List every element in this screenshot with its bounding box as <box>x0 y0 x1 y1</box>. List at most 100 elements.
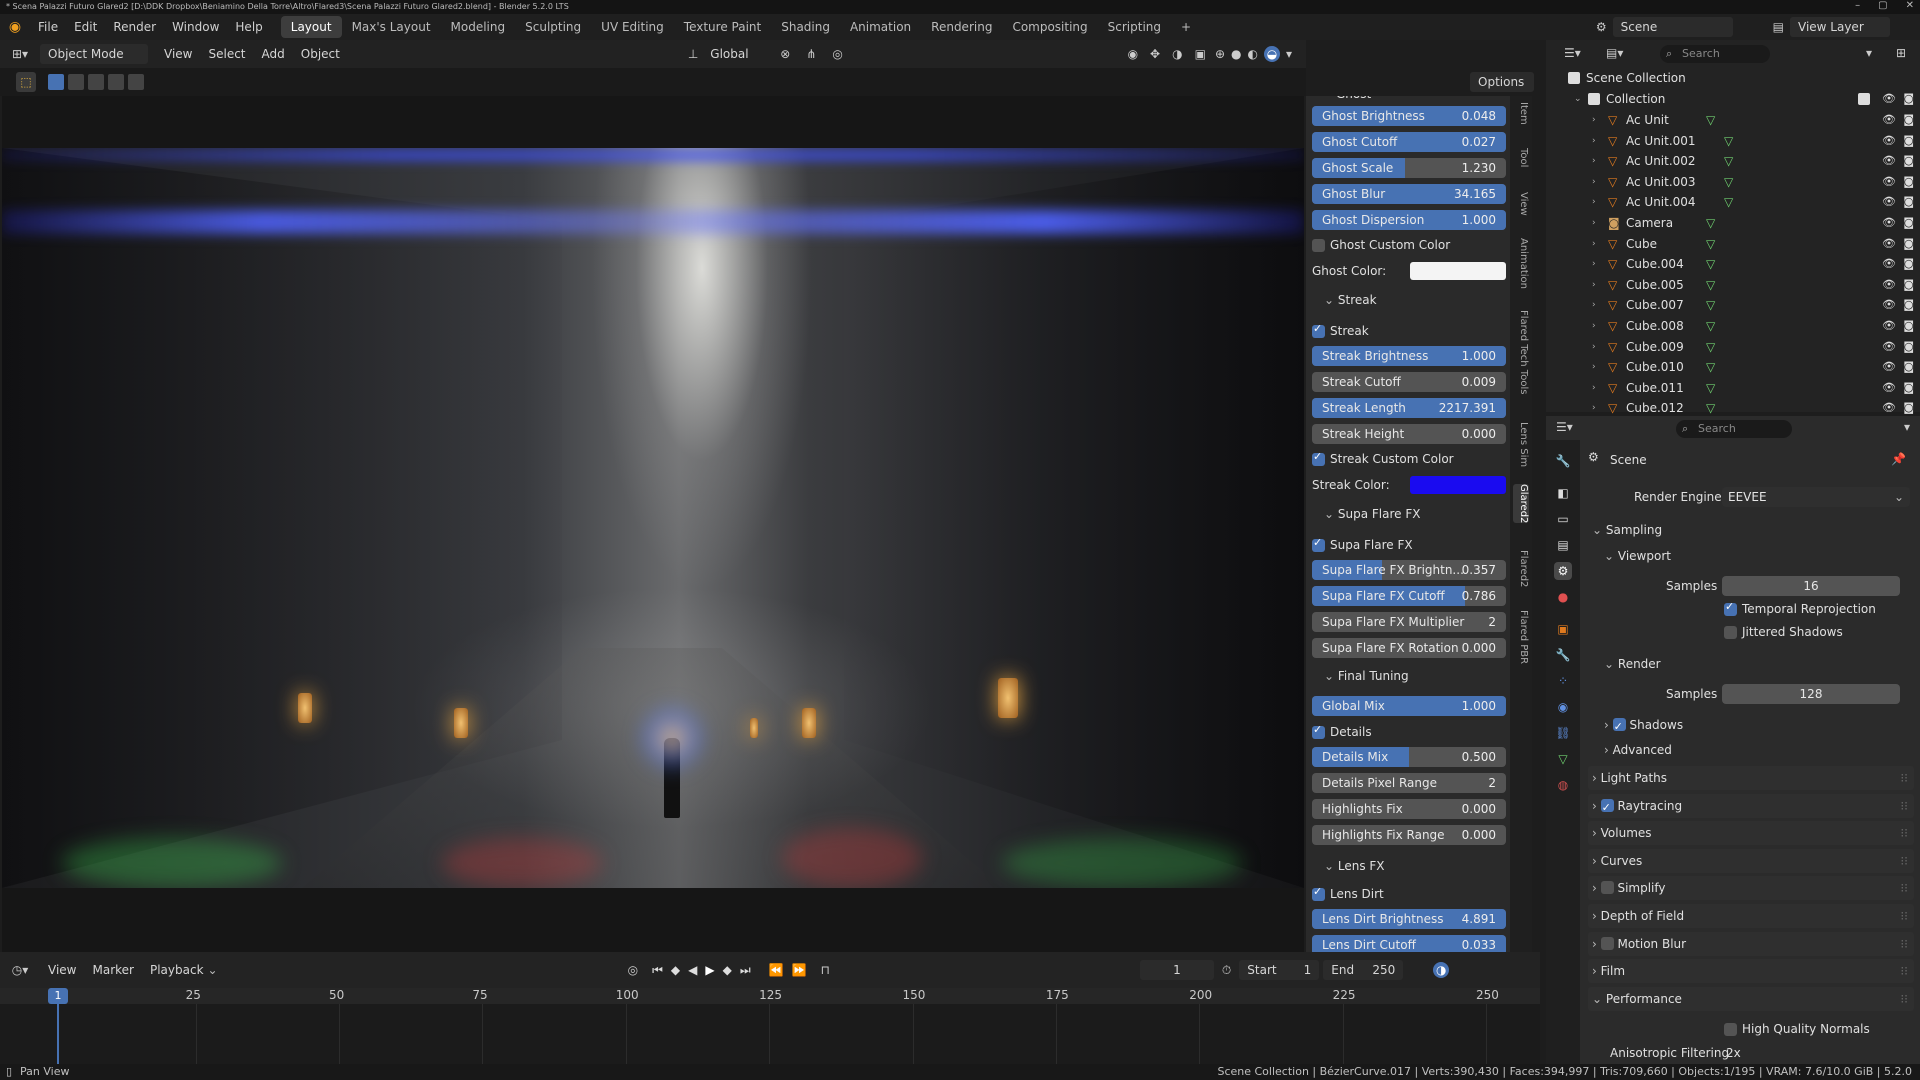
camera-render-icon[interactable]: ◙ <box>1903 192 1914 212</box>
panel-shadows[interactable]: › Shadows <box>1604 713 1914 739</box>
eye-icon[interactable]: 👁 <box>1882 316 1896 336</box>
chevron-right-icon[interactable]: › <box>1592 295 1596 315</box>
chevron-right-icon[interactable]: › <box>1592 378 1596 398</box>
collection-exclude-checkbox[interactable] <box>1858 93 1870 105</box>
workspace-tab-texture-paint[interactable]: Texture Paint <box>674 16 771 38</box>
xray-icon[interactable]: ▣ <box>1195 47 1206 61</box>
shading-options-icon[interactable]: ▾ <box>1286 47 1292 61</box>
mesh-data-icon[interactable]: ▽ <box>1706 254 1715 274</box>
camera-render-icon[interactable]: ◙ <box>1903 378 1914 398</box>
eye-icon[interactable]: 👁 <box>1882 295 1896 315</box>
workspace-tab-modeling[interactable]: Modeling <box>441 16 516 38</box>
eye-icon[interactable]: 👁 <box>1882 131 1896 151</box>
global-mix-slider[interactable]: Global Mix 1.000 <box>1312 696 1506 716</box>
drag-handle-icon[interactable]: ⁝⁝ <box>1900 849 1908 873</box>
chevron-right-icon[interactable]: › <box>1592 110 1596 130</box>
mesh-data-icon[interactable]: ▽ <box>1706 234 1715 254</box>
details-mix-slider[interactable]: Details Mix 0.500 <box>1312 747 1506 767</box>
sync-icon[interactable]: ⊓ <box>821 963 830 977</box>
select-mode-intersect-icon[interactable] <box>128 74 144 90</box>
high-quality-normals-checkbox[interactable] <box>1724 1023 1737 1036</box>
ghost-blur-slider[interactable]: Ghost Blur 34.165 <box>1312 184 1506 204</box>
shading-solid-icon[interactable]: ● <box>1231 47 1241 61</box>
gizmo-icon[interactable]: ✥ <box>1150 47 1160 61</box>
new-collection-icon[interactable]: ⊞ <box>1896 46 1906 60</box>
supa-flare-cutoff-slider[interactable]: Supa Flare FX Cutoff 0.786 <box>1312 586 1506 606</box>
outliner-item[interactable]: › ▽ Ac Unit ▽ 👁 ◙ <box>1546 110 1920 130</box>
sidebar-tab-glared2[interactable]: Glared2 <box>1513 484 1529 524</box>
chevron-right-icon[interactable]: › <box>1592 131 1596 151</box>
render-properties-icon[interactable]: ◧ <box>1554 484 1572 502</box>
panel-advanced[interactable]: › Advanced <box>1604 738 1914 762</box>
eye-icon[interactable]: 👁 <box>1882 378 1896 398</box>
outliner-editor-type-icon[interactable]: ☰▾ <box>1564 46 1581 60</box>
supa-flare-section-header[interactable]: ⌄ Supa Flare FX <box>1324 504 1420 524</box>
supa-flare-rotation-slider[interactable]: Supa Flare FX Rotation 0.000 <box>1312 638 1506 658</box>
mesh-data-icon[interactable]: ▽ <box>1724 151 1733 171</box>
panel-motion-blur[interactable]: › Motion Blur ⁝⁝ <box>1588 931 1914 956</box>
eye-icon[interactable]: 👁 <box>1882 275 1896 295</box>
jump-keyframe-forward-icon[interactable]: ◆ <box>723 963 732 977</box>
streak-checkbox[interactable] <box>1312 322 1325 338</box>
chevron-right-icon[interactable]: › <box>1592 254 1596 274</box>
panel-depth-of-field[interactable]: › Depth of Field ⁝⁝ <box>1588 904 1914 928</box>
outliner-item[interactable]: › ▽ Ac Unit.004 ▽ 👁 ◙ <box>1546 192 1920 212</box>
drag-handle-icon[interactable]: ⁝⁝ <box>1900 821 1908 845</box>
outliner-item[interactable]: › ▽ Cube.004 ▽ 👁 ◙ <box>1546 254 1920 274</box>
jump-end-icon[interactable]: ⏭ <box>740 963 751 978</box>
options-dropdown[interactable]: Options <box>1470 72 1534 92</box>
drag-handle-icon[interactable]: ⁝⁝ <box>1900 766 1908 790</box>
viewport-menu-object[interactable]: Object <box>293 44 348 64</box>
sidebar-tab-tool[interactable]: Tool <box>1513 148 1529 167</box>
chevron-right-icon[interactable]: › <box>1592 357 1596 377</box>
workspace-tab-sculpting[interactable]: Sculpting <box>515 16 591 38</box>
eye-icon[interactable]: 👁 <box>1882 110 1896 130</box>
panel-curves[interactable]: › Curves ⁝⁝ <box>1588 848 1914 873</box>
mesh-data-icon[interactable]: ▽ <box>1706 316 1715 336</box>
sidebar-tab-flared-tech-tools[interactable]: Flared Tech Tools <box>1513 310 1529 394</box>
eye-icon[interactable]: 👁 <box>1882 357 1896 377</box>
maximize-button[interactable]: ▢ <box>1878 0 1887 14</box>
panel-raytracing[interactable]: › Raytracing ⁝⁝ <box>1588 793 1914 820</box>
render-samples-field[interactable]: 128 <box>1722 684 1900 704</box>
overlay-icon[interactable]: ◑ <box>1172 47 1182 61</box>
drag-handle-icon[interactable]: ⁝⁝ <box>1900 876 1908 900</box>
visibility-icon[interactable]: ◉ <box>1128 47 1138 61</box>
eye-icon[interactable]: 👁 <box>1882 234 1896 254</box>
shading-rendered-icon[interactable]: ◒ <box>1263 46 1280 62</box>
physics-properties-icon[interactable]: ◉ <box>1554 698 1572 716</box>
highlights-fix-range-slider[interactable]: Highlights Fix Range 0.000 <box>1312 825 1506 845</box>
highlights-fix-slider[interactable]: Highlights Fix 0.000 <box>1312 799 1506 819</box>
blender-logo-icon[interactable]: ◉ <box>0 19 30 35</box>
world-properties-icon[interactable]: ● <box>1554 588 1572 606</box>
streak-custom-color-checkbox[interactable] <box>1312 450 1325 466</box>
sidebar-tab-animation[interactable]: Animation <box>1513 238 1529 289</box>
outliner-search-field[interactable]: ⌕ Search <box>1660 45 1770 63</box>
eye-icon[interactable]: 👁 <box>1882 172 1896 192</box>
editor-type-icon[interactable]: ⊞▾ <box>0 47 40 61</box>
sidebar-tab-lens-sim[interactable]: Lens Sim <box>1513 422 1529 467</box>
pivot-icon[interactable]: ⊗ <box>780 47 790 61</box>
viewport-samples-field[interactable]: 16 <box>1722 576 1900 596</box>
shading-material-icon[interactable]: ◐ <box>1247 47 1257 61</box>
details-checkbox[interactable] <box>1312 723 1325 739</box>
panel-toggle-checkbox[interactable] <box>1600 936 1614 950</box>
camera-render-icon[interactable]: ◙ <box>1903 337 1914 357</box>
outliner-item[interactable]: › ◙ Camera ▽ 👁 ◙ <box>1546 213 1920 233</box>
menu-file[interactable]: File <box>30 14 66 40</box>
chevron-right-icon[interactable]: › <box>1592 337 1596 357</box>
modifier-properties-icon[interactable]: 🔧 <box>1554 646 1572 664</box>
mesh-data-icon[interactable]: ▽ <box>1706 110 1715 130</box>
properties-search-field[interactable]: ⌕ Search <box>1676 420 1792 438</box>
viewport-menu-select[interactable]: Select <box>200 44 253 64</box>
play-reverse-icon[interactable]: ◀ <box>688 963 697 977</box>
streak-brightness-slider[interactable]: Streak Brightness 1.000 <box>1312 346 1506 366</box>
panel-toggle-checkbox[interactable] <box>1600 796 1614 820</box>
panel-toggle-checkbox[interactable] <box>1600 881 1614 895</box>
streak-height-slider[interactable]: Streak Height 0.000 <box>1312 424 1506 444</box>
camera-render-icon[interactable]: ◙ <box>1903 131 1914 151</box>
outliner-item[interactable]: › ▽ Cube.008 ▽ 👁 ◙ <box>1546 316 1920 336</box>
workspace-tab-rendering[interactable]: Rendering <box>921 16 1002 38</box>
panel-simplify[interactable]: › Simplify ⁝⁝ <box>1588 876 1914 901</box>
supa-flare-brightness-slider[interactable]: Supa Flare FX Brightn... 0.357 <box>1312 560 1506 580</box>
